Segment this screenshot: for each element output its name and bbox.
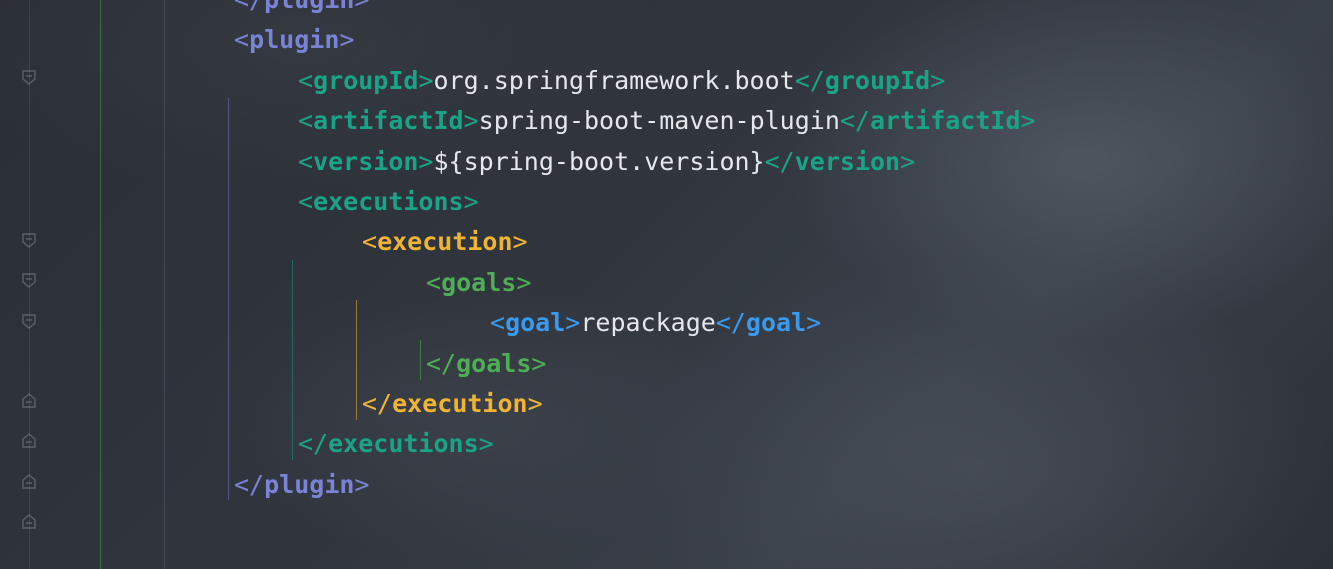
tag-bracket: > [354, 0, 369, 14]
fold-collapse-icon[interactable] [20, 312, 38, 330]
fold-end-icon[interactable] [20, 513, 38, 531]
tag-bracket: > [478, 429, 494, 459]
tag-name: execution [392, 389, 528, 418]
element-value: org.springframework.boot [433, 65, 795, 95]
tag-name: plugin [264, 0, 354, 14]
tag-bracket: </ [362, 389, 393, 418]
code-line[interactable]: <version>${spring-boot.version}</version… [298, 142, 915, 182]
tag-bracket: < [298, 146, 314, 176]
tag-bracket: > [565, 308, 581, 338]
code-line[interactable]: </execution> [362, 384, 543, 424]
tag-bracket: > [1020, 106, 1036, 136]
tag-bracket: </ [234, 469, 265, 499]
tag-name: executions [313, 187, 464, 216]
code-line[interactable]: </goals> [426, 344, 546, 384]
tag-bracket: </ [794, 65, 825, 95]
tag-bracket: > [527, 389, 543, 418]
tag-bracket: > [900, 146, 916, 176]
tag-bracket: </ [298, 429, 329, 459]
fold-collapse-icon[interactable] [20, 271, 38, 289]
tag-name: goal [505, 308, 566, 338]
code-line[interactable]: <execution> [362, 222, 528, 262]
gutter-separator [164, 0, 165, 569]
tag-name: executions [328, 429, 479, 459]
indent-guide-execution [356, 300, 357, 420]
code-line[interactable]: <goals> [426, 263, 531, 303]
code-line[interactable]: </plugin> [234, 465, 369, 505]
fold-collapse-icon[interactable] [20, 231, 38, 249]
code-line[interactable]: <executions> [298, 182, 479, 222]
tag-name: groupId [824, 65, 931, 95]
tag-name: version [313, 146, 419, 176]
code-line[interactable]: </plugin> [234, 0, 369, 20]
tag-bracket: </ [234, 0, 264, 14]
tag-name: groupId [313, 65, 419, 95]
indent-guide-goals [420, 340, 421, 380]
tag-bracket: < [426, 267, 442, 297]
tag-name: artifactId [869, 106, 1021, 136]
tag-bracket: </ [764, 146, 795, 176]
tag-bracket: < [234, 25, 250, 55]
tag-name: goals [456, 348, 532, 378]
code-editor[interactable]: </plugin><plugin><groupId>org.springfram… [0, 0, 1333, 569]
code-line[interactable]: <goal>repackage</goal> [490, 303, 821, 343]
tag-bracket: < [362, 227, 378, 257]
code-line[interactable]: <plugin> [234, 20, 354, 60]
gutter-vcs-line [100, 0, 101, 569]
tag-bracket: > [512, 227, 528, 257]
indent-guide-executions [292, 260, 293, 460]
tag-bracket: </ [839, 106, 870, 136]
fold-end-icon[interactable] [20, 473, 38, 491]
tag-bracket: < [490, 308, 506, 338]
fold-end-icon[interactable] [20, 432, 38, 450]
tag-name: goals [441, 267, 517, 297]
tag-bracket: > [354, 469, 370, 499]
tag-bracket: > [463, 106, 479, 136]
tag-name: artifactId [313, 106, 464, 136]
tag-bracket: > [806, 308, 822, 338]
tag-bracket: < [298, 106, 314, 136]
tag-bracket: > [463, 187, 479, 216]
indent-guide-plugin [228, 98, 229, 500]
fold-collapse-icon[interactable] [20, 68, 38, 86]
tag-bracket: > [930, 65, 946, 95]
tag-name: goal [745, 308, 807, 338]
fold-end-icon[interactable] [20, 392, 38, 410]
element-value: ${spring-boot.version} [433, 146, 765, 176]
tag-bracket: </ [715, 308, 746, 338]
tag-bracket: </ [426, 348, 457, 378]
element-value: spring-boot-maven-plugin [478, 106, 840, 136]
tag-name: execution [377, 227, 513, 257]
element-value: repackage [580, 308, 716, 338]
tag-bracket: < [298, 65, 314, 95]
tag-bracket: > [418, 65, 434, 95]
code-line[interactable]: </executions> [298, 424, 494, 464]
code-line[interactable]: <artifactId>spring-boot-maven-plugin</ar… [298, 101, 1036, 141]
tag-name: plugin [264, 469, 355, 499]
tag-bracket: > [531, 348, 547, 378]
tag-bracket: < [298, 187, 314, 216]
tag-name: version [794, 146, 901, 176]
tag-bracket: > [418, 146, 434, 176]
tag-bracket: > [516, 267, 532, 297]
tag-name: plugin [249, 25, 340, 55]
tag-bracket: > [339, 25, 355, 55]
code-line[interactable]: <groupId>org.springframework.boot</group… [298, 61, 945, 101]
